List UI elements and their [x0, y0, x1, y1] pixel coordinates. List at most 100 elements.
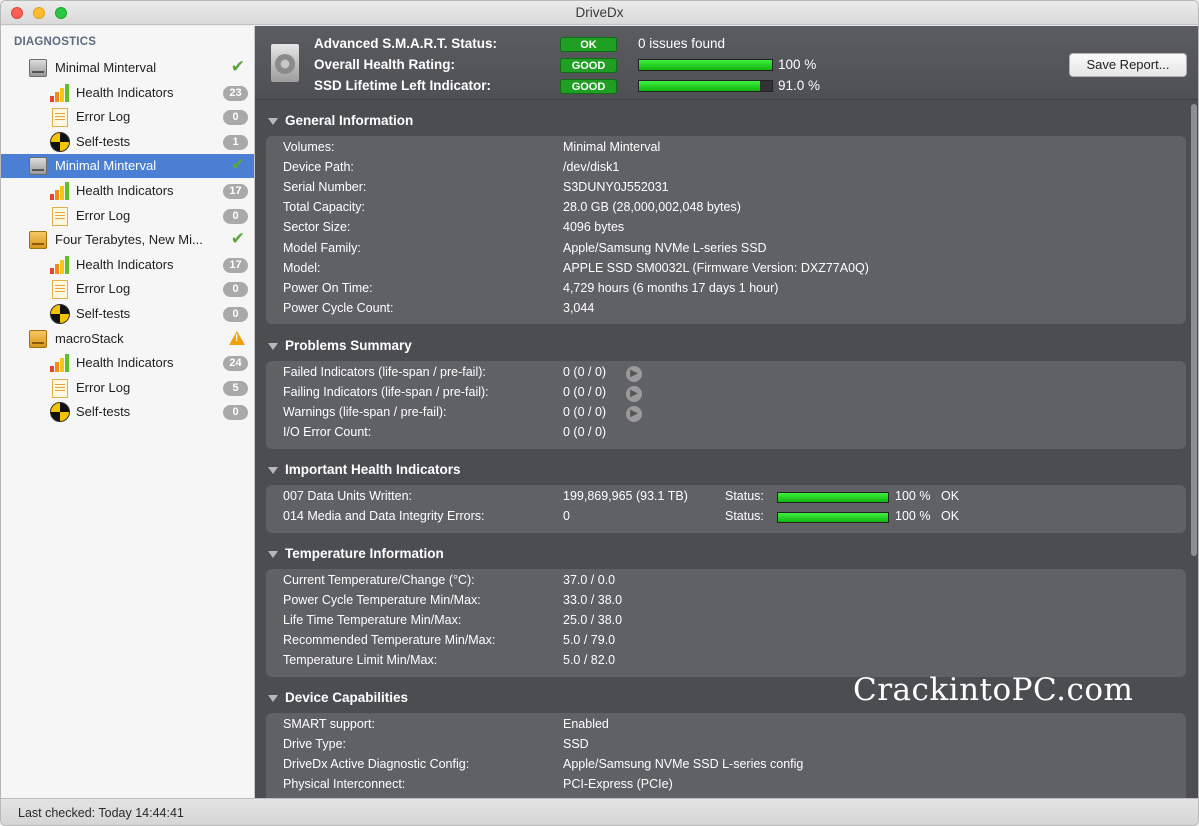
info-label: Power Cycle Count:	[283, 300, 394, 315]
error-log-icon	[52, 280, 68, 300]
window-title: DriveDx	[575, 5, 624, 20]
close-window-button[interactable]	[11, 7, 23, 19]
count-badge: 17	[223, 184, 248, 199]
info-label: DriveDx Active Diagnostic Config:	[283, 757, 470, 772]
last-checked-text: Last checked: Today 14:44:41	[18, 806, 184, 820]
info-value: 0 (0 / 0)	[563, 365, 607, 379]
count-badge: 24	[223, 356, 248, 372]
sidebar-item-test[interactable]: Self-tests 0	[1, 302, 254, 326]
health-rating-label: Overall Health Rating:	[314, 57, 456, 72]
indicator-percent: 100 %	[895, 509, 931, 524]
vertical-scrollbar[interactable]	[1191, 104, 1197, 556]
info-value: 4096 bytes	[563, 220, 625, 235]
hard-drive-icon	[270, 43, 300, 83]
info-value: APPLE SSD SM0032L (Firmware Version: DXZ…	[563, 260, 869, 275]
info-value: 3,044	[563, 300, 595, 315]
go-arrow-icon[interactable]: ▶	[626, 406, 642, 423]
info-label: Model:	[283, 260, 321, 275]
sidebar-item-log[interactable]: Error Log 0	[1, 277, 254, 301]
sidebar-item-label: Health Indicators	[76, 84, 174, 100]
sidebar-drive-item[interactable]: Minimal Minterval ✔	[1, 154, 254, 179]
minimize-window-button[interactable]	[33, 7, 45, 19]
info-value: SSD	[563, 737, 589, 752]
error-log-icon	[52, 378, 68, 398]
problems-panel: Failed Indicators (life-span / pre-fail)…	[266, 361, 1186, 449]
count-badge: 0	[223, 307, 248, 322]
lifetime-pill: GOOD	[560, 79, 617, 94]
info-value: 25.0 / 38.0	[563, 613, 623, 628]
disclosure-triangle-icon[interactable]	[268, 695, 278, 702]
info-value: 5.0 / 82.0	[563, 653, 616, 668]
count-badge: 0	[223, 405, 248, 421]
sidebar-item-log[interactable]: Error Log 0	[1, 105, 254, 129]
error-log-icon	[52, 108, 68, 128]
warning-icon	[229, 330, 245, 345]
sidebar-item-label: Health Indicators	[76, 183, 174, 198]
health-rating-value: 100 %	[778, 57, 817, 72]
lifetime-bar	[638, 80, 773, 92]
section-title-general: General Information	[285, 113, 414, 128]
sidebar-item-log[interactable]: Error Log 0	[1, 204, 254, 228]
go-arrow-icon[interactable]: ▶	[626, 366, 642, 382]
sidebar-item-log[interactable]: Error Log 5	[1, 376, 254, 400]
section-title-capabilities: Device Capabilities	[285, 690, 409, 705]
info-value: Apple/Samsung NVMe L-series SSD	[563, 240, 767, 255]
sidebar-drive-item[interactable]: Four Terabytes, New Mi... ✔	[1, 228, 254, 252]
sidebar-drive-item[interactable]: macroStack	[1, 327, 254, 351]
info-label: Failing Indicators (life-span / pre-fail…	[283, 385, 489, 400]
health-bars-icon	[50, 83, 70, 102]
info-label: Failed Indicators (life-span / pre-fail)…	[283, 365, 486, 379]
title-bar: DriveDx	[1, 1, 1198, 25]
sidebar-item-test[interactable]: Self-tests 1	[1, 130, 254, 154]
info-label: I/O Error Count:	[283, 425, 372, 440]
info-value: Apple/Samsung NVMe SSD L-series config	[563, 757, 804, 772]
sidebar-item-label: Minimal Minterval	[55, 60, 157, 75]
check-icon: ✔	[230, 155, 245, 175]
save-report-button[interactable]: Save Report...	[1069, 53, 1187, 77]
sidebar-item-label: Self-tests	[76, 133, 131, 149]
status-label: Status:	[725, 489, 764, 503]
info-label: Serial Number:	[283, 180, 367, 195]
info-label: Current Temperature/Change (°C):	[283, 573, 475, 587]
count-badge: 1	[223, 134, 248, 150]
indicator-percent: 100 %	[895, 489, 931, 503]
drive-icon	[29, 59, 47, 77]
sidebar: DIAGNOSTICS Minimal Minterval ✔ Health Ind…	[1, 26, 255, 798]
info-label: Model Family:	[283, 240, 361, 255]
info-value: PCI-Express (PCIe)	[563, 777, 673, 792]
sidebar-item-label: Minimal Minterval	[55, 158, 157, 174]
sidebar-item-bars[interactable]: Health Indicators 17	[1, 253, 254, 277]
health-indicators-panel: 007 Data Units Written: 199,869,965 (93.1…	[266, 485, 1186, 533]
disclosure-triangle-icon[interactable]	[268, 551, 278, 558]
general-info-panel: Volumes: Minimal Minterval Device Path: /de…	[266, 136, 1186, 324]
indicator-label: 014 Media and Data Integrity Errors:	[283, 509, 485, 524]
sidebar-item-bars[interactable]: Health Indicators 17	[1, 179, 254, 203]
zoom-window-button[interactable]	[55, 7, 67, 19]
section-title-health: Important Health Indicators	[285, 462, 461, 477]
drive-icon	[29, 157, 47, 176]
lifetime-value: 91.0 %	[778, 78, 821, 93]
count-badge: 0	[223, 208, 248, 224]
info-value: 0 (0 / 0)	[563, 385, 607, 400]
health-rating-bar	[638, 59, 773, 71]
info-label: Power Cycle Temperature Min/Max:	[283, 593, 481, 608]
disclosure-triangle-icon[interactable]	[268, 343, 278, 350]
indicator-status-bar-fill	[778, 493, 888, 502]
status-header: Advanced S.M.A.R.T. Status: OK 0 issues …	[255, 26, 1198, 100]
disclosure-triangle-icon[interactable]	[268, 467, 278, 474]
disclosure-triangle-icon[interactable]	[268, 118, 278, 125]
sidebar-item-bars[interactable]: Health Indicators 23	[1, 81, 254, 105]
sidebar-item-bars[interactable]: Health Indicators 24	[1, 351, 254, 375]
health-bars-icon	[50, 255, 70, 274]
indicator-value: 0	[563, 509, 570, 524]
sidebar-item-test[interactable]: Self-tests 0	[1, 400, 254, 424]
check-icon: ✔	[230, 57, 245, 76]
sidebar-item-label: Health Indicators	[76, 256, 174, 272]
status-label: Status:	[725, 509, 764, 524]
lifetime-label: SSD Lifetime Left Indicator:	[314, 78, 492, 93]
go-arrow-icon[interactable]: ▶	[626, 386, 642, 403]
section-title-problems: Problems Summary	[285, 338, 412, 353]
section-title-temperature: Temperature Information	[285, 546, 444, 561]
sidebar-drive-item[interactable]: Minimal Minterval ✔	[1, 56, 254, 80]
info-value: 0 (0 / 0)	[563, 425, 607, 440]
